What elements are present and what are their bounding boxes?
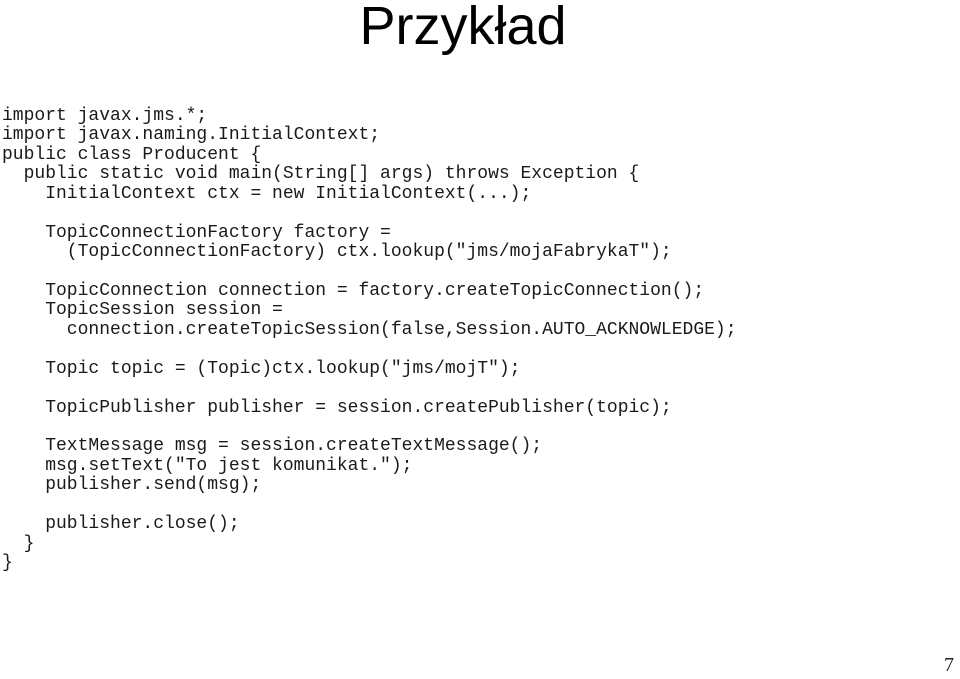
code-line: Topic topic = (Topic)ctx.lookup("jms/moj… (2, 358, 521, 379)
code-line: publisher.send(msg); (2, 475, 262, 496)
code-line: InitialContext ctx = new InitialContext(… (2, 183, 532, 204)
slide-title-text: Przykład (359, 0, 567, 56)
code-line: connection.createTopicSession(false,Sess… (2, 319, 737, 340)
code-line: public static void main(String[] args) t… (2, 164, 640, 185)
code-line: publisher.close(); (2, 514, 240, 535)
code-line: TextMessage msg = session.createTextMess… (2, 436, 543, 457)
code-line: import javax.naming.InitialContext; (2, 125, 381, 146)
code-line: } (2, 553, 13, 574)
code-line: msg.setText("To jest komunikat."); (2, 455, 413, 476)
code-line: TopicSession session = (2, 300, 283, 321)
code-line: (TopicConnectionFactory) ctx.lookup("jms… (2, 242, 672, 263)
code-listing: import javax.jms.*; import javax.naming.I… (2, 106, 737, 574)
code-line: import javax.jms.*; (2, 106, 208, 126)
code-line: TopicPublisher publisher = session.creat… (2, 397, 672, 418)
code-line: public class Producent { (2, 144, 262, 165)
page-number: 7 (944, 654, 954, 676)
code-line: } (2, 533, 35, 554)
code-line: TopicConnectionFactory factory = (2, 222, 391, 243)
slide-title: Przykład (0, 0, 960, 58)
code-line: TopicConnection connection = factory.cre… (2, 280, 705, 301)
